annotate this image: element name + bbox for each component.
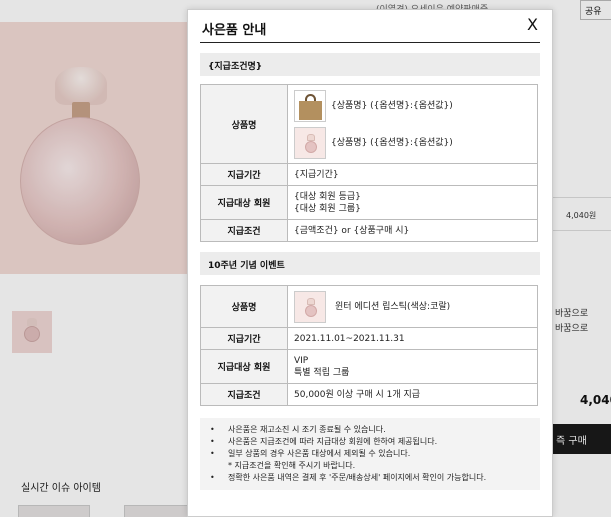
perfume-image xyxy=(294,290,326,323)
list-item: 일부 상품의 경우 사은품 대상에서 제외될 수 있습니다. xyxy=(210,448,530,460)
modal-title: 사은품 안내 xyxy=(202,23,267,38)
perfume-cap-shape xyxy=(307,133,315,141)
list-item: {상품명} ({옵션명}:{옵션값}) xyxy=(294,87,531,124)
close-icon[interactable]: X xyxy=(527,15,538,34)
notice-list: 사은품은 재고소진 시 조기 종료될 수 있습니다. 사은품은 지급조건에 따라… xyxy=(200,418,540,490)
perfume-image xyxy=(294,126,326,159)
gift-condition-table: 상품명 윈터 에디션 립스틱(색상:코랄) 지급기간 2021.11.01~20… xyxy=(200,285,538,406)
gift-condition-table: 상품명 {상품명} ({옵션명}:{옵션값}) {상품명} ({옵션명}:{옵션… xyxy=(200,84,538,242)
target-grade: {대상 회원 등급} xyxy=(294,191,361,202)
row-label: 지급기간 xyxy=(200,163,288,186)
notice-sub-text: * 지급조건을 확인해 주시기 바랍니다. xyxy=(228,461,356,470)
product-name: {상품명} ({옵션명}:{옵션값}) xyxy=(331,100,453,111)
section-title: {지급조건명} xyxy=(200,53,540,76)
target-grade: VIP xyxy=(294,355,309,366)
period-value: 2021.11.01~2021.11.31 xyxy=(287,327,538,350)
row-label: 지급대상 회원 xyxy=(200,185,288,220)
list-item: 사은품은 재고소진 시 조기 종료될 수 있습니다. xyxy=(210,424,530,436)
modal-header: 사은품 안내 X xyxy=(200,10,540,43)
row-label: 지급조건 xyxy=(200,383,288,406)
product-list: 윈터 에디션 립스틱(색상:코랄) xyxy=(287,285,538,328)
condition-value: 50,000원 이상 구매 시 1개 지급 xyxy=(287,383,538,406)
perfume-body-shape xyxy=(305,304,317,317)
product-name: {상품명} ({옵션명}:{옵션값}) xyxy=(331,137,453,148)
list-item: 정확한 사은품 내역은 결제 후 '주문/배송상세' 페이지에서 확인이 가능합… xyxy=(210,472,530,484)
row-label: 지급대상 회원 xyxy=(200,349,288,384)
shopping-bag-image xyxy=(294,89,326,122)
bag-body-shape xyxy=(299,100,322,120)
list-item: 윈터 에디션 립스틱(색상:코랄) xyxy=(294,288,531,325)
target-group: {대상 회원 그룹} xyxy=(294,203,361,214)
product-list: {상품명} ({옵션명}:{옵션값}) {상품명} ({옵션명}:{옵션값}) xyxy=(287,84,538,164)
row-label: 지급조건 xyxy=(200,219,288,242)
row-label: 상품명 xyxy=(200,285,288,328)
target-value: {대상 회원 등급} {대상 회원 그룹} xyxy=(287,185,538,220)
row-label: 상품명 xyxy=(200,84,288,164)
perfume-cap-shape xyxy=(307,297,315,305)
section-title: 10주년 기념 이벤트 xyxy=(200,252,540,275)
gift-info-modal: 사은품 안내 X {지급조건명} 상품명 {상품명} ({옵션명}:{옵션값}) xyxy=(187,9,553,517)
target-group: 특별 적립 그룹 xyxy=(294,367,350,378)
target-value: VIP 특별 적립 그룹 xyxy=(287,349,538,384)
row-label: 지급기간 xyxy=(200,327,288,350)
perfume-body-shape xyxy=(305,140,317,153)
list-item: {상품명} ({옵션명}:{옵션값}) xyxy=(294,124,531,161)
condition-value: {금액조건} or {상품구매 시} xyxy=(287,219,538,242)
period-value: {지급기간} xyxy=(287,163,538,186)
product-name: 윈터 에디션 립스틱(색상:코랄) xyxy=(335,301,451,312)
list-item: 사은품은 지급조건에 따라 지급대상 회원에 한하여 제공됩니다. xyxy=(210,436,530,448)
